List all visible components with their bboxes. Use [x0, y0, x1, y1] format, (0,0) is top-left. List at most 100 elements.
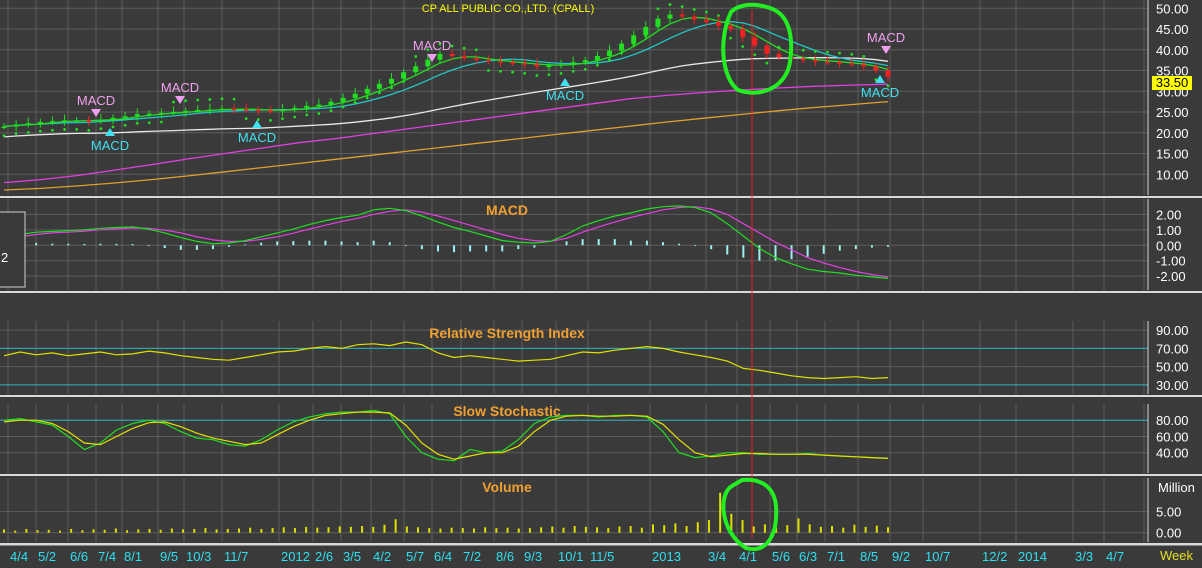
candle-body	[267, 110, 273, 112]
sar-dot	[135, 121, 139, 125]
sar-dot	[305, 113, 309, 117]
sar-dot	[244, 117, 248, 121]
x-tick-label: 10/3	[186, 549, 211, 564]
candle-body	[146, 113, 152, 116]
candle-body	[643, 26, 649, 36]
candle-body	[497, 61, 503, 63]
candle-body	[631, 35, 637, 44]
buy-signal-label: MACD	[546, 88, 584, 103]
x-tick-label: 2014	[1018, 549, 1047, 564]
sar-dot	[365, 96, 369, 100]
candle-body	[861, 64, 867, 67]
sar-dot	[329, 109, 333, 113]
volume-title: Volume	[482, 479, 532, 495]
x-tick-label: 6/3	[799, 549, 817, 564]
sar-dot	[486, 69, 490, 72]
sar-dot	[2, 134, 6, 138]
candle-body	[376, 83, 382, 89]
candle-body	[752, 37, 758, 46]
sar-dot	[269, 118, 272, 122]
rsi-title: Relative Strength Index	[429, 325, 585, 341]
candle-body	[485, 59, 491, 62]
sar-dot	[281, 117, 284, 121]
candle-body	[328, 101, 334, 105]
parameter-stub-label: 2	[1, 250, 8, 265]
sar-dot	[184, 99, 188, 103]
y-tick-label: -1.00	[1156, 254, 1186, 269]
sar-dot	[474, 48, 478, 52]
sell-signal-label: MACD	[77, 93, 115, 108]
candle-body	[110, 117, 116, 120]
x-tick-label: 8/6	[496, 549, 514, 564]
x-tick-label: 2012	[281, 549, 310, 564]
x-tick-label: 12/2	[982, 549, 1007, 564]
sar-dot	[160, 120, 163, 124]
candle-body	[655, 18, 661, 27]
candle-body	[207, 109, 213, 112]
candle-body	[389, 78, 395, 84]
stock-chart[interactable]: CP ALL PUBLIC CO.,LTD. (CPALL) MACD MACD M…	[0, 0, 1202, 568]
stochastic-axis: 40.00 60.0080.00	[1156, 413, 1189, 460]
candle-body	[437, 53, 443, 60]
sar-dot	[801, 48, 805, 52]
y-tick-label: 90.00	[1156, 323, 1189, 338]
x-tick-label: 8/5	[860, 549, 878, 564]
y-tick-label: 30.00	[1156, 378, 1189, 393]
candle-body	[715, 21, 721, 26]
y-tick-label: 70.00	[1156, 341, 1189, 356]
sar-dot	[147, 121, 151, 125]
y-tick-label: 1.00	[1156, 223, 1181, 238]
x-tick-label: 10/1	[558, 549, 583, 564]
sar-dot	[838, 51, 841, 55]
sar-dot	[414, 55, 418, 58]
candle-body	[231, 108, 237, 111]
volume-unit-label: Million	[1158, 480, 1195, 495]
x-tick-label: 10/7	[925, 549, 950, 564]
candle-body	[473, 58, 479, 60]
sar-dot	[656, 7, 660, 11]
macd-axis: -2.00-1.000.001.002.00	[1156, 207, 1186, 284]
sar-dot	[571, 69, 575, 73]
candle-body	[280, 109, 286, 112]
y-tick-label: -2.00	[1156, 269, 1186, 284]
sar-dot	[680, 5, 684, 9]
x-tick-label: 11/7	[224, 549, 248, 564]
candle-body	[25, 123, 31, 125]
sar-dot	[111, 125, 115, 129]
candle-body	[728, 25, 734, 30]
sar-dot	[741, 45, 745, 48]
candle-body	[37, 121, 43, 124]
sar-dot	[826, 50, 829, 54]
sar-dot	[862, 55, 866, 58]
candle-body	[619, 43, 625, 51]
sar-dot	[850, 52, 854, 56]
candle-body	[837, 62, 843, 64]
y-tick-label: 20.00	[1156, 126, 1189, 141]
x-tick-label: 5/6	[772, 549, 790, 564]
macd-title: MACD	[486, 202, 528, 218]
x-tick-label: 9/3	[524, 549, 542, 564]
candle-body	[340, 97, 346, 102]
sar-dot	[63, 128, 66, 131]
x-tick-label: 5/7	[406, 549, 424, 564]
sar-dot	[51, 128, 54, 132]
candle-body	[824, 61, 830, 63]
sar-dot	[256, 118, 260, 121]
candle-body	[558, 64, 564, 66]
candle-body	[195, 109, 201, 112]
y-tick-label: 2.00	[1156, 207, 1181, 222]
sar-dot	[123, 123, 127, 127]
period-label[interactable]: Week	[1160, 548, 1193, 563]
sar-dot	[499, 69, 502, 73]
candle-body	[703, 19, 709, 22]
y-tick-label: 45.00	[1156, 22, 1189, 37]
x-tick-label: 6/4	[434, 549, 452, 564]
candle-body	[425, 59, 431, 67]
x-tick-label: 4/2	[373, 549, 391, 564]
candle-body	[401, 72, 407, 79]
candle-body	[171, 112, 177, 114]
sar-dot	[583, 67, 587, 71]
x-tick-label: 2013	[652, 549, 681, 564]
y-tick-label: 5.00	[1156, 505, 1181, 520]
last-price-value: 33.50	[1156, 75, 1189, 90]
